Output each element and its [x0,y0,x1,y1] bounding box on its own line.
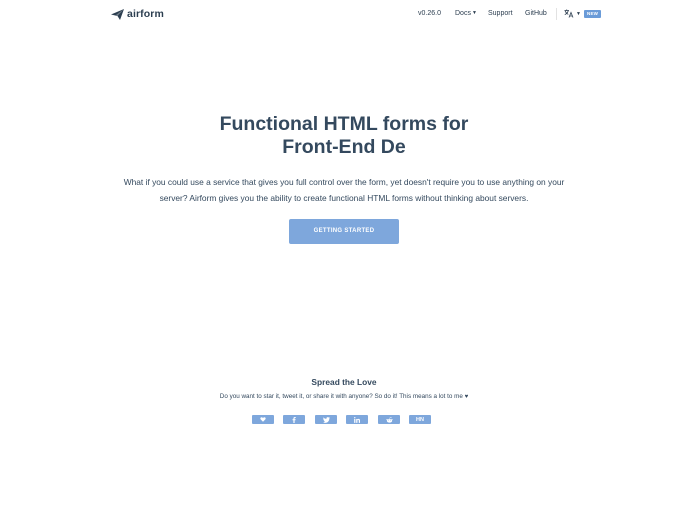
nav-docs[interactable]: Docs▼ [455,10,477,17]
spread-love-title: Spread the Love [311,377,377,387]
heart-icon: ♥ [464,394,469,400]
spread-love-text: Do you want to star it, tweet it, or sha… [0,393,688,400]
logo[interactable]: airform [111,8,164,20]
linkedin-icon [354,416,360,423]
heart-icon [260,417,266,422]
reddit-icon [385,416,393,423]
logo-text: airform [127,8,164,20]
language-selector[interactable]: ▼ [564,9,581,18]
share-linkedin-button[interactable] [346,415,368,424]
twitter-icon [322,416,330,423]
translate-icon [564,9,574,18]
navbar: airform v0.26.0 Docs▼ Support GitHub ▼ N… [0,0,688,28]
nav-support[interactable]: Support [488,10,513,17]
page: airform v0.26.0 Docs▼ Support GitHub ▼ N… [0,0,688,512]
getting-started-button[interactable]: GETTING STARTED [289,219,399,244]
nav-github[interactable]: GitHub [525,10,547,17]
share-hn-button[interactable]: HN [409,415,431,424]
hero-description: What if you could use a service that giv… [123,177,565,203]
hn-label: HN [416,416,424,423]
caret-down-icon: ▼ [576,10,581,17]
facebook-icon [292,416,296,423]
share-heart-button[interactable] [252,415,274,424]
share-twitter-button[interactable] [315,415,337,424]
new-badge: NEW [584,10,602,18]
nav-divider [556,8,557,20]
paper-plane-icon [111,8,124,20]
hero-subtitle: Front-End De [282,136,406,158]
share-buttons: HN [252,415,432,424]
nav-docs-label: Docs [455,10,471,17]
caret-down-icon: ▼ [471,10,477,16]
hero-title: Functional HTML forms for [219,113,469,135]
spread-love-text-content: Do you want to star it, tweet it, or sha… [219,393,463,400]
nav-version[interactable]: v0.26.0 [418,10,441,17]
share-reddit-button[interactable] [378,415,400,424]
share-facebook-button[interactable] [283,415,305,424]
